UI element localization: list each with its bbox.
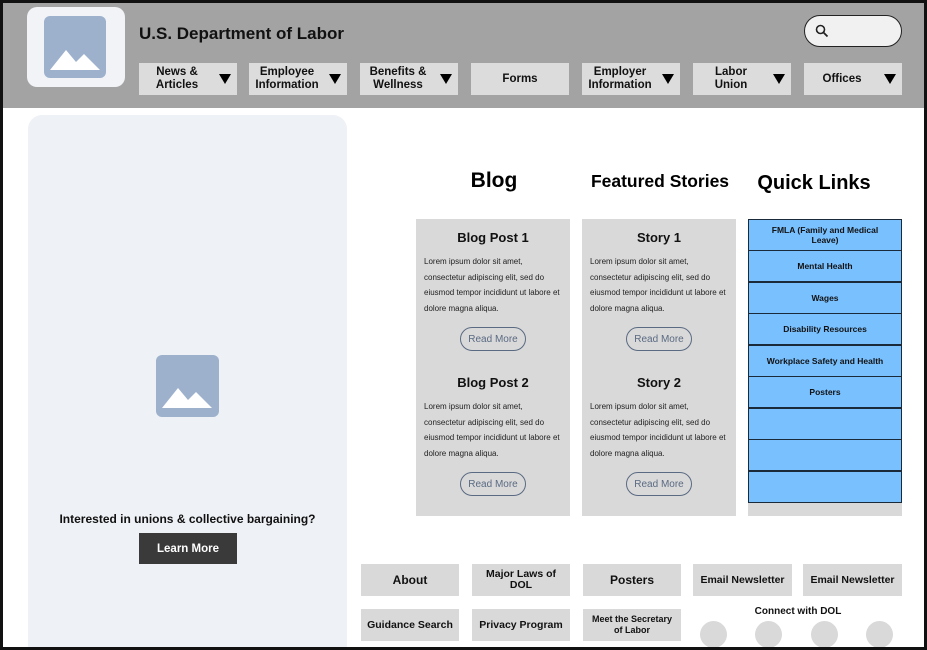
social-media-icon[interactable]: [811, 621, 838, 647]
connect-with-dol-label: Connect with DOL: [754, 606, 842, 617]
footer-email-newsletter-link[interactable]: Email Newsletter: [693, 564, 792, 596]
caret-down-icon: [662, 74, 674, 84]
footer-posters-link[interactable]: Posters: [583, 564, 681, 596]
search-box[interactable]: [804, 15, 902, 47]
nav-label: News & Articles: [155, 66, 199, 91]
quick-link-posters[interactable]: Posters: [748, 376, 902, 408]
page-frame: U.S. Department of Labor News & Articles…: [0, 0, 927, 650]
caret-down-icon: [219, 74, 231, 84]
social-media-icon[interactable]: [755, 621, 782, 647]
quick-link-wages[interactable]: Wages: [748, 282, 902, 314]
blog-column: Blog Post 1 Lorem ipsum dolor sit amet, …: [416, 219, 570, 516]
footer-privacy-program-link[interactable]: Privacy Program: [472, 609, 570, 641]
nav-benefits-wellness[interactable]: Benefits & Wellness: [360, 63, 458, 95]
nav-label: Benefits & Wellness: [369, 66, 427, 91]
nav-label: Offices: [822, 72, 862, 85]
nav-label: Employer Information: [588, 66, 652, 91]
nav-forms[interactable]: Forms: [471, 63, 569, 95]
search-icon: [815, 24, 829, 38]
footer-about-link[interactable]: About: [361, 564, 459, 596]
post-body: Lorem ipsum dolor sit amet, consectetur …: [424, 257, 560, 313]
caret-down-icon: [773, 74, 785, 84]
nav-labor-union[interactable]: Labor Union: [693, 63, 791, 95]
nav-employer-information[interactable]: Employer Information: [582, 63, 680, 95]
read-more-button[interactable]: Read More: [626, 327, 692, 351]
post-title: Blog Post 2: [457, 375, 529, 390]
read-more-button[interactable]: Read More: [460, 472, 526, 496]
quick-link-empty[interactable]: [748, 439, 902, 471]
nav-offices[interactable]: Offices: [804, 63, 902, 95]
quick-links-heading: Quick Links: [757, 172, 871, 194]
site-header: U.S. Department of Labor News & Articles…: [3, 3, 924, 108]
caret-down-icon: [440, 74, 452, 84]
quick-link-disability-resources[interactable]: Disability Resources: [748, 313, 902, 345]
quick-link-workplace-safety[interactable]: Workplace Safety and Health: [748, 345, 902, 377]
social-media-icon[interactable]: [866, 621, 893, 647]
image-placeholder-icon: [156, 355, 219, 417]
site-title: U.S. Department of Labor: [139, 24, 344, 43]
featured-stories-heading: Featured Stories: [590, 171, 730, 191]
nav-label: Forms: [502, 72, 538, 85]
post-body: Lorem ipsum dolor sit amet, consectetur …: [590, 257, 726, 313]
quick-link-fmla[interactable]: FMLA (Family and Medical Leave): [748, 219, 902, 251]
logo[interactable]: [27, 7, 125, 87]
image-placeholder-icon: [44, 16, 106, 78]
quick-link-mental-health[interactable]: Mental Health: [748, 250, 902, 282]
featured-stories-column: Story 1 Lorem ipsum dolor sit amet, cons…: [582, 219, 736, 516]
post-title: Story 2: [636, 375, 682, 390]
nav-news-articles[interactable]: News & Articles: [139, 63, 237, 95]
learn-more-button[interactable]: Learn More: [139, 533, 237, 564]
quick-link-empty[interactable]: [748, 408, 902, 440]
search-input[interactable]: [833, 20, 897, 42]
union-promo-text: Interested in unions & collective bargai…: [59, 512, 316, 526]
footer-guidance-search-link[interactable]: Guidance Search: [361, 609, 459, 641]
post-title: Story 1: [636, 230, 682, 245]
footer-major-laws-link[interactable]: Major Laws of DOL: [472, 564, 570, 596]
footer-email-newsletter-link[interactable]: Email Newsletter: [803, 564, 902, 596]
nav-employee-information[interactable]: Employee Information: [249, 63, 347, 95]
blog-heading: Blog: [470, 169, 518, 192]
quick-links-list: FMLA (Family and Medical Leave) Mental H…: [748, 219, 902, 516]
quick-link-empty[interactable]: [748, 471, 902, 503]
post-title: Blog Post 1: [457, 230, 529, 245]
social-media-icon[interactable]: [700, 621, 727, 647]
nav-label: Labor Union: [714, 66, 748, 91]
post-body: Lorem ipsum dolor sit amet, consectetur …: [424, 402, 560, 458]
nav-label: Employee Information: [255, 66, 319, 91]
caret-down-icon: [884, 74, 896, 84]
footer-meet-secretary-link[interactable]: Meet the Secretary of Labor: [583, 609, 681, 641]
caret-down-icon: [329, 74, 341, 84]
union-promo-panel: Interested in unions & collective bargai…: [28, 115, 347, 647]
post-body: Lorem ipsum dolor sit amet, consectetur …: [590, 402, 726, 458]
read-more-button[interactable]: Read More: [460, 327, 526, 351]
read-more-button[interactable]: Read More: [626, 472, 692, 496]
